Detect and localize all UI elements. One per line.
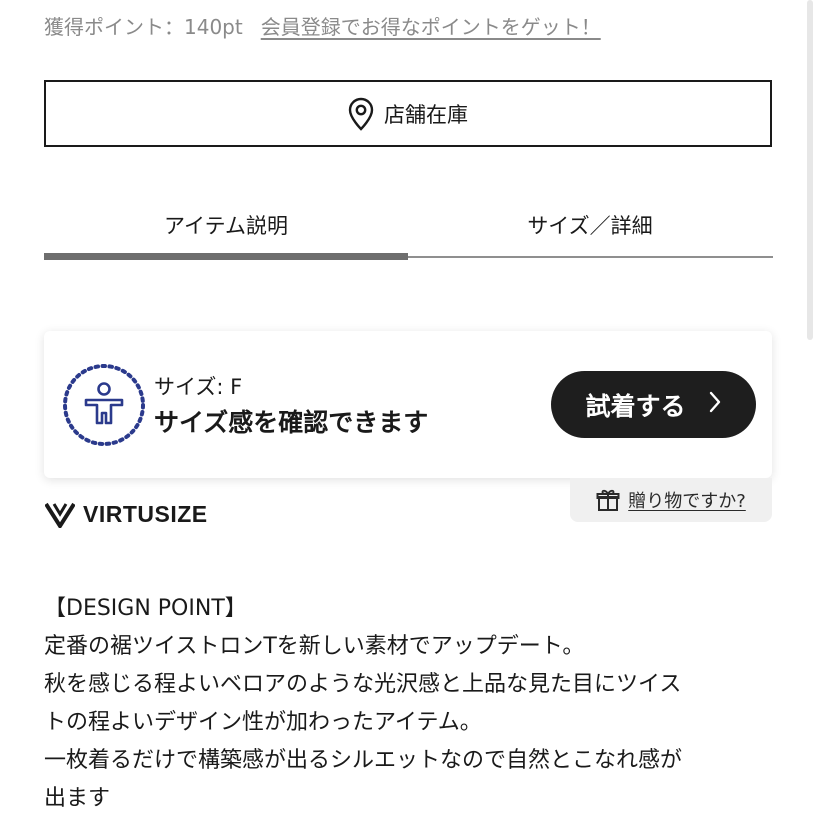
scrollbar[interactable] xyxy=(807,0,813,340)
virtusize-logo-icon xyxy=(45,502,75,528)
earned-points: 獲得ポイント：140pt xyxy=(44,14,243,39)
size-message: サイズ感を確認できます xyxy=(154,408,429,437)
points-row: 獲得ポイント：140pt 会員登録でお得なポイントをゲット！ xyxy=(44,10,601,40)
description-line: 出ます xyxy=(44,786,111,811)
tab-label: アイテム説明 xyxy=(164,214,288,238)
tab-label: サイズ／詳細 xyxy=(527,214,653,238)
tab-item-description[interactable]: アイテム説明 xyxy=(44,195,408,255)
gift-label: 贈り物ですか? xyxy=(628,491,746,512)
tab-size-details[interactable]: サイズ／詳細 xyxy=(408,195,772,255)
virtusize-widget: サイズ: F サイズ感を確認できます 試着する xyxy=(44,331,772,478)
store-stock-label: 店舗在庫 xyxy=(384,102,468,127)
gift-option[interactable]: 贈り物ですか? xyxy=(570,478,772,522)
location-pin-icon xyxy=(348,97,374,131)
active-tab-indicator xyxy=(44,253,408,260)
size-label: サイズ: F xyxy=(154,375,243,399)
virtusize-logo: VIRTUSIZE xyxy=(45,501,208,528)
item-description: 【DESIGN POINT】 定番の裾ツイストロンTを新しい素材でアップデート。… xyxy=(44,590,784,818)
description-line: トの程よいデザイン性が加わったアイテム。 xyxy=(44,710,482,735)
try-on-button[interactable]: 試着する xyxy=(551,371,756,438)
person-icon xyxy=(63,364,145,446)
description-line: 秋を感じる程よいベロアのような光沢感と上品な見た目にツイス xyxy=(44,672,682,697)
gift-icon xyxy=(596,489,620,511)
virtusize-wordmark: VIRTUSIZE xyxy=(83,501,208,527)
try-on-label: 試着する xyxy=(585,391,686,421)
register-link[interactable]: 会員登録でお得なポイントをゲット！ xyxy=(261,11,601,40)
tab-bar: アイテム説明 サイズ／詳細 xyxy=(44,195,773,265)
store-stock-button[interactable]: 店舗在庫 xyxy=(44,80,772,147)
chevron-right-icon xyxy=(708,390,722,420)
description-line: 定番の裾ツイストロンTを新しい素材でアップデート。 xyxy=(44,634,585,659)
description-heading: 【DESIGN POINT】 xyxy=(44,596,247,621)
description-line: 一枚着るだけで構築感が出るシルエットなので自然とこなれ感が xyxy=(44,748,683,773)
